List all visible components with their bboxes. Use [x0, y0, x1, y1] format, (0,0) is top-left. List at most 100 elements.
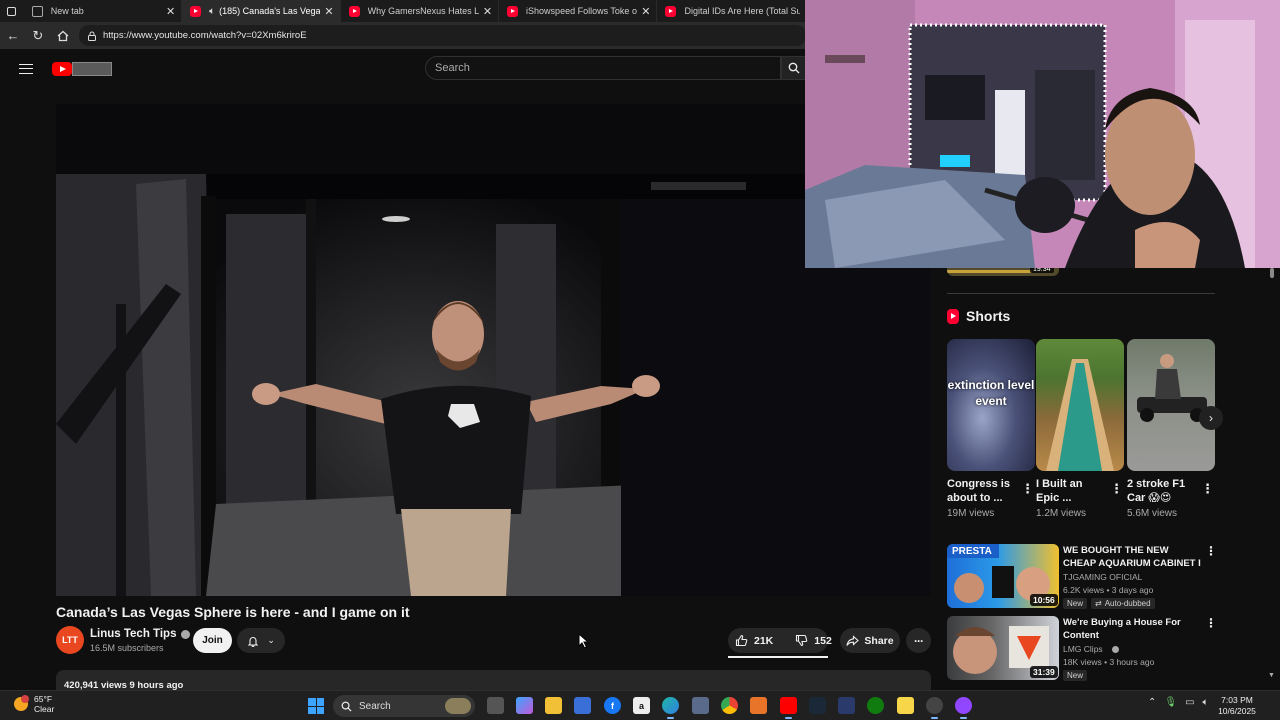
youtube-doodle[interactable] — [72, 62, 112, 76]
description-box[interactable]: 420,941 views 9 hours ago — [56, 670, 931, 692]
weather-widget[interactable]: 65°F Clear — [14, 694, 54, 714]
new-badge: New — [1063, 670, 1088, 681]
taskbar-search[interactable]: Search — [333, 695, 475, 717]
short-item[interactable]: I Built an Epic ... 1.2M views ⋮ — [1036, 339, 1124, 519]
obs-icon[interactable] — [926, 697, 943, 719]
address-bar[interactable]: https://www.youtube.com/watch?v=02Xm6kri… — [79, 25, 806, 46]
scroll-down-icon[interactable]: ▼ — [1268, 672, 1275, 679]
close-tab-icon[interactable]: ✕ — [483, 5, 492, 18]
microsoft-store-icon[interactable] — [574, 697, 591, 714]
youtube-logo-icon[interactable] — [52, 62, 72, 76]
verified-icon — [181, 629, 191, 639]
steam-icon[interactable] — [809, 697, 826, 714]
copilot-icon[interactable] — [516, 697, 533, 714]
menu-icon[interactable] — [0, 49, 52, 89]
channel-name[interactable]: Linus Tech Tips — [90, 628, 191, 640]
edge-browser-icon[interactable] — [662, 697, 679, 719]
chevron-right-icon: › — [1209, 411, 1213, 425]
short-thumbnail[interactable] — [1127, 339, 1215, 471]
recommended-video[interactable]: 31:39 We're Buying a House For Content L… — [947, 616, 1217, 681]
video-title: Canada’s Las Vegas Sphere is here - and … — [56, 604, 410, 620]
short-menu-icon[interactable]: ⋮ — [1110, 481, 1123, 497]
browser-tab[interactable]: Why GamersNexus Hates LinusTe ✕ — [341, 0, 500, 22]
close-tab-icon[interactable]: ✕ — [641, 5, 650, 18]
bell-icon — [247, 636, 259, 647]
tab-title: (185) Canada's Las Vegas Sp — [219, 6, 321, 16]
vlc-icon[interactable] — [750, 697, 767, 714]
section-divider — [947, 293, 1215, 294]
search-icon[interactable] — [781, 56, 806, 80]
windows-start-icon[interactable] — [308, 698, 324, 714]
thumbnail-caption: PRESTA — [952, 546, 992, 557]
recommended-channel[interactable]: TJGAMING OFICIAL — [1063, 572, 1142, 582]
home-icon[interactable] — [51, 24, 75, 48]
subscribed-notifications-button[interactable]: ⌄ — [237, 628, 285, 653]
dislike-button[interactable]: 152 — [788, 634, 839, 647]
join-button[interactable]: Join — [193, 628, 232, 653]
share-button[interactable]: Share — [840, 628, 900, 653]
recommended-title[interactable]: We're Buying a House For Content — [1063, 616, 1203, 642]
clock-date: 10/6/2025 — [1218, 706, 1256, 716]
tab-actions-icon[interactable] — [0, 0, 24, 22]
search-input[interactable]: Search — [425, 56, 781, 80]
browser-tab[interactable]: iShowspeed Follows Toke on Inst ✕ — [499, 0, 658, 22]
short-thumbnail[interactable] — [1036, 339, 1124, 471]
youtube-app-icon[interactable] — [780, 697, 797, 719]
avatar[interactable]: LTT — [56, 626, 84, 654]
browser-tab-active[interactable]: 🔈︎ (185) Canada's Las Vegas Sp ✕ — [182, 0, 341, 22]
youtube-icon — [190, 5, 202, 17]
kart-image — [1137, 354, 1207, 422]
shorts-next-button[interactable]: › — [1199, 406, 1223, 430]
recommended-channel[interactable]: LMG Clips — [1063, 644, 1119, 654]
browser-tab[interactable]: New tab ✕ — [24, 0, 183, 22]
recommended-title[interactable]: WE BOUGHT THE NEW CHEAP AQUARIUM CABINET… — [1063, 544, 1203, 570]
windows-taskbar: 65°F Clear Search f a ⌃ 🎙︎ ▭ 🔈︎ 7:03 PM … — [0, 690, 1280, 720]
amazon-icon[interactable]: a — [633, 697, 650, 714]
short-thumbnail[interactable]: extinction level event — [947, 339, 1035, 471]
site-info-icon[interactable] — [87, 31, 97, 41]
video-menu-icon[interactable]: ⋮ — [1205, 544, 1217, 558]
chevron-down-icon: ⌄ — [267, 635, 275, 645]
streaming-app-icon[interactable] — [955, 697, 972, 719]
thumbs-up-icon — [735, 634, 748, 647]
short-title[interactable]: I Built an Epic ... — [1036, 477, 1106, 505]
recommended-video[interactable]: PRESTA 10:56 WE BOUGHT THE NEW CHEAP AQU… — [947, 544, 1217, 609]
reload-icon[interactable]: ↻ — [26, 24, 50, 48]
share-label: Share — [864, 634, 894, 647]
video-player[interactable] — [56, 104, 931, 596]
short-item[interactable]: 2 stroke F1 Car 😱😍 5.6M views ⋮ — [1127, 339, 1215, 519]
calculator-icon[interactable] — [692, 697, 709, 714]
video-menu-icon[interactable]: ⋮ — [1205, 616, 1217, 630]
like-count: 21K — [754, 634, 774, 647]
video-duration: 31:39 — [1030, 666, 1058, 678]
chevron-up-icon[interactable]: ⌃ — [1148, 697, 1156, 708]
xbox-icon[interactable] — [867, 697, 884, 714]
speaker-icon[interactable]: 🔈︎ — [209, 6, 215, 17]
more-actions-button[interactable]: ··· — [906, 628, 931, 653]
youtube-masthead: Search — [0, 49, 806, 89]
like-button[interactable]: 21K — [728, 634, 780, 647]
browser-toolbar: ← ↻ https://www.youtube.com/watch?v=02Xm… — [0, 22, 806, 49]
file-explorer-icon[interactable] — [545, 697, 562, 714]
app-icon[interactable] — [838, 697, 855, 714]
sidebar-scrollbar[interactable] — [1268, 266, 1276, 684]
network-icon[interactable]: ▭ — [1185, 697, 1194, 708]
back-icon[interactable]: ← — [1, 24, 25, 48]
close-tab-icon[interactable]: ✕ — [166, 5, 175, 18]
short-title[interactable]: Congress is about to ... — [947, 477, 1017, 505]
short-title[interactable]: 2 stroke F1 Car 😱😍 — [1127, 477, 1197, 505]
chrome-icon[interactable] — [721, 697, 738, 714]
browser-tab[interactable]: Digital IDs Are Here (Total Surveil — [657, 0, 806, 22]
short-menu-icon[interactable]: ⋮ — [1021, 481, 1034, 497]
youtube-icon — [507, 5, 519, 17]
short-item[interactable]: extinction level event Congress is about… — [947, 339, 1035, 519]
taskbar-clock[interactable]: 7:03 PM 10/6/2025 — [1200, 695, 1274, 717]
auto-dubbed-label: Auto-dubbed — [1104, 599, 1151, 608]
short-menu-icon[interactable]: ⋮ — [1201, 481, 1214, 497]
microphone-icon[interactable]: 🎙︎ — [1164, 697, 1177, 708]
sticky-notes-icon[interactable] — [897, 697, 914, 714]
scrollbar-thumb[interactable] — [1270, 268, 1274, 278]
close-tab-icon[interactable]: ✕ — [324, 5, 333, 18]
task-view-icon[interactable] — [487, 697, 504, 714]
facebook-icon[interactable]: f — [604, 697, 621, 714]
